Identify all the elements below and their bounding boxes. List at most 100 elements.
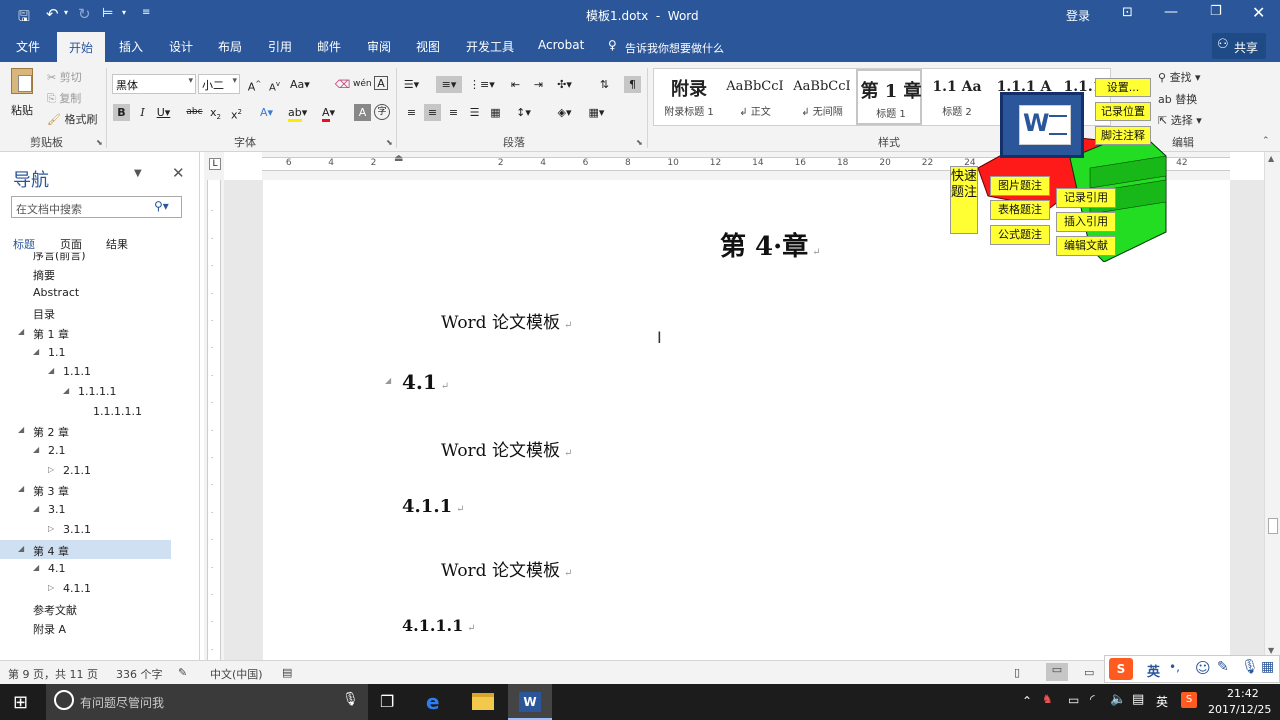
line-spacing-icon[interactable]: ↕▾ (515, 104, 532, 121)
proofing-icon[interactable]: ✎ (178, 666, 187, 679)
nav-tree-item[interactable]: ◢ 第 3 章 (0, 480, 200, 499)
change-case-icon[interactable]: Aa▾ (290, 76, 310, 93)
distributed-icon[interactable]: ▦ (487, 104, 504, 121)
nav-tree-item[interactable]: ◢ 1.1 (0, 343, 200, 362)
share-button[interactable]: ⚇ 共享 (1212, 33, 1266, 59)
nav-tree-item[interactable]: ◢ 2.1 (0, 441, 200, 460)
nav-tree-item[interactable]: Abstract (0, 283, 200, 302)
cut-button[interactable]: ✂ 剪切 (47, 69, 82, 85)
word-taskbar-button[interactable]: W (508, 684, 552, 720)
page-count[interactable]: 第 9 页，共 11 页 (8, 666, 98, 682)
nav-tree-item[interactable]: 附录 A (0, 618, 200, 637)
print-layout-icon[interactable]: ▭ (1046, 663, 1068, 681)
network-icon[interactable]: ◜ (1090, 692, 1095, 706)
expand-icon[interactable]: ▷ (48, 524, 54, 533)
addin-table-caption-button[interactable]: 表格题注 (990, 200, 1050, 220)
numbering-icon[interactable]: ≡▾ (436, 76, 462, 93)
tray-chevron-icon[interactable]: ⌃ (1022, 694, 1032, 708)
minimize-icon[interactable]: — (1164, 4, 1178, 20)
collapse-ribbon-icon[interactable]: ⌃ (1262, 136, 1270, 146)
tab-file[interactable]: 文件 (16, 38, 40, 55)
file-explorer-icon[interactable] (472, 693, 494, 710)
nav-tree-item[interactable]: ◢ 1.1.1 (0, 362, 200, 381)
edge-icon[interactable]: e (426, 690, 440, 714)
sort-icon[interactable]: ⇅ (596, 76, 613, 93)
nav-options-icon[interactable]: ▼ (134, 168, 142, 179)
align-center-icon[interactable]: ≡ (424, 104, 441, 121)
cortana-search-box[interactable]: 有问题尽管问我 🎙 (46, 684, 368, 720)
windows-start-icon[interactable]: ⊞ (13, 692, 28, 713)
style-heading-1[interactable]: 第 1 章标题 1 (856, 69, 922, 125)
phonetic-guide-icon[interactable]: wén (353, 76, 372, 93)
superscript-button[interactable]: x2 (228, 104, 245, 122)
login-link[interactable]: 登录 (1066, 7, 1090, 24)
search-icon[interactable]: ⚲▾ (154, 199, 169, 213)
nav-tree-item[interactable]: ▷ 2.1.1 (0, 461, 200, 480)
nav-tree-item[interactable]: ◢ 第 4 章 (0, 539, 171, 559)
nav-tab-pages[interactable]: 页面 (60, 236, 82, 252)
tab-acrobat[interactable]: Acrobat (538, 38, 584, 52)
char-border-icon[interactable]: A (374, 76, 388, 90)
ime-voice-icon[interactable]: 🎙 (1241, 659, 1259, 675)
addin-record-reference-button[interactable]: 记录引用 (1056, 188, 1116, 208)
layout-icon[interactable]: ⊨ (102, 6, 113, 21)
addin-settings-button[interactable]: 设置... (1095, 78, 1151, 97)
italic-button[interactable]: I (134, 104, 151, 121)
expand-icon[interactable]: ▷ (48, 583, 54, 592)
underline-button[interactable]: U▾ (155, 104, 172, 121)
sogou-logo-icon[interactable]: S (1109, 658, 1133, 680)
multilevel-list-icon[interactable]: ⋮≡▾ (469, 76, 495, 93)
addin-record-position-button[interactable]: 记录位置 (1095, 102, 1151, 121)
clock-time[interactable]: 21:42 (1227, 687, 1259, 700)
nav-close-icon[interactable]: ✕ (172, 164, 185, 182)
collapse-icon[interactable]: ◢ (33, 445, 39, 454)
collapse-icon[interactable]: ◢ (48, 366, 54, 375)
addin-quick-caption-button[interactable]: 快速题注 (950, 166, 978, 234)
word-count[interactable]: 336 个字 (116, 666, 163, 682)
nav-tree-item[interactable]: ▷ 4.1.1 (0, 579, 200, 598)
ime-skin-icon[interactable]: ✎ (1217, 659, 1229, 675)
scroll-down-icon[interactable]: ▼ (1268, 646, 1274, 655)
nav-search-input[interactable]: 在文档中搜索 ⚲▾ (11, 196, 182, 218)
close-icon[interactable]: ✕ (1252, 3, 1265, 22)
nav-tree-item[interactable]: ◢ 3.1 (0, 500, 200, 519)
justify-icon[interactable]: ☰ (466, 104, 483, 121)
expand-icon[interactable]: ▷ (48, 465, 54, 474)
collapse-icon[interactable]: ◢ (33, 563, 39, 572)
collapse-heading-icon[interactable]: ◢ (385, 376, 391, 385)
task-view-icon[interactable]: ❐ (380, 692, 394, 711)
clear-format-icon[interactable]: ⌫ (334, 76, 351, 93)
font-color-icon[interactable]: A▾ (320, 104, 337, 122)
read-mode-icon[interactable]: ▯ (1014, 666, 1020, 679)
scroll-up-icon[interactable]: ▲ (1268, 154, 1274, 163)
font-size-combo[interactable]: 小二 ▾ (198, 74, 240, 94)
nav-tab-results[interactable]: 结果 (106, 236, 128, 252)
sogou-tray-icon[interactable]: S (1181, 692, 1197, 708)
nav-tree-item[interactable]: ▷ 3.1.1 (0, 520, 200, 539)
tab-view[interactable]: 视图 (416, 38, 440, 55)
nav-tree-item[interactable]: 序言(前言) (0, 252, 200, 263)
web-layout-icon[interactable]: ▭ (1084, 666, 1094, 679)
paste-button[interactable]: 粘贴 (6, 66, 40, 118)
scroll-thumb[interactable] (1268, 518, 1278, 534)
battery-icon[interactable]: ▭ (1068, 693, 1079, 707)
align-left-icon[interactable]: ≡ (403, 104, 420, 121)
ruler-corner[interactable]: L (204, 152, 224, 180)
microphone-icon[interactable]: 🎙 (342, 692, 359, 707)
input-lang-indicator[interactable]: 英 (1156, 693, 1168, 710)
font-launcher-icon[interactable]: ⬊ (386, 138, 393, 147)
undo-dropdown-icon[interactable]: ▾ (64, 8, 68, 17)
ime-emoji-icon[interactable]: ☺ (1195, 659, 1211, 677)
clock-date[interactable]: 2017/12/25 (1208, 703, 1271, 716)
customize-qat-icon[interactable]: ≡ (142, 7, 150, 18)
tab-mailings[interactable]: 邮件 (317, 38, 341, 55)
undo-icon[interactable]: ↶ (46, 5, 59, 23)
collapse-icon[interactable]: ◢ (18, 484, 24, 493)
tab-layout[interactable]: 布局 (218, 38, 242, 55)
addin-figure-caption-button[interactable]: 图片题注 (990, 176, 1050, 196)
indent-marker-icon[interactable]: ⏏ (394, 153, 403, 164)
strikethrough-button[interactable]: abc (186, 104, 203, 121)
nav-tree-item[interactable]: 参考文献 (0, 599, 200, 618)
collapse-icon[interactable]: ◢ (33, 504, 39, 513)
style-normal[interactable]: AaBbCcI ↲ 正文 (722, 69, 788, 125)
